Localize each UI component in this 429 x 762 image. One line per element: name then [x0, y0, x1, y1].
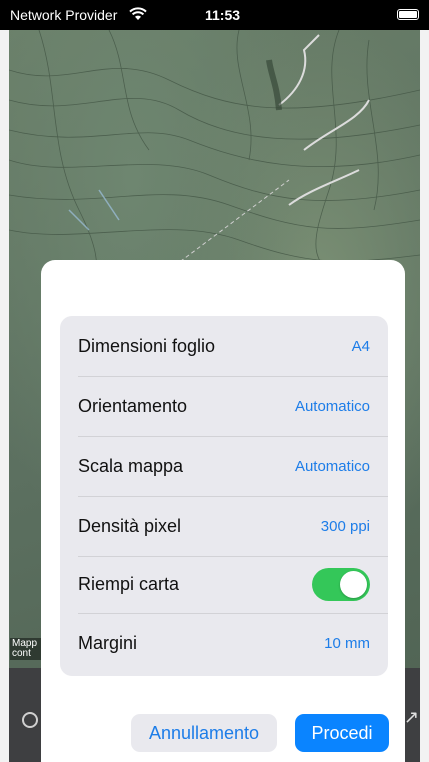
toggle-knob — [340, 571, 367, 598]
attribution-line: cont — [12, 649, 31, 659]
attribution-line: Mapp — [12, 639, 38, 649]
map-scale-value[interactable]: Automatico — [295, 458, 370, 475]
map-attribution[interactable]: Mapp cont — [10, 638, 44, 660]
row-label: Dimensioni foglio — [78, 335, 216, 356]
print-settings-sheet: Dimensioni foglio A4 Orientamento Automa… — [41, 260, 405, 762]
wifi-icon — [129, 7, 147, 20]
sheet-size-value[interactable]: A4 — [352, 338, 370, 355]
row-map-scale[interactable]: Scala mappa Automatico — [60, 436, 388, 496]
row-label: Riempi carta — [78, 574, 180, 594]
orientation-value[interactable]: Automatico — [295, 398, 370, 415]
row-sheet-size[interactable]: Dimensioni foglio A4 — [60, 316, 388, 376]
status-bar: Network Provider 11:53 — [0, 0, 429, 30]
clock: 11:53 — [205, 7, 241, 23]
expand-icon[interactable]: ↗ — [404, 707, 419, 728]
pixel-density-value[interactable]: 300 ppi — [321, 518, 370, 535]
left-edge — [0, 0, 9, 762]
right-edge — [420, 0, 429, 762]
row-label: Densità pixel — [78, 515, 182, 536]
row-label: Orientamento — [78, 395, 188, 416]
row-margins[interactable]: Margini 10 mm — [60, 613, 388, 673]
row-orientation[interactable]: Orientamento Automatico — [60, 376, 388, 436]
row-pixel-density[interactable]: Densità pixel 300 ppi — [60, 496, 388, 556]
battery-icon — [397, 9, 419, 20]
row-label: Scala mappa — [78, 455, 184, 476]
fill-paper-toggle[interactable] — [312, 568, 370, 601]
proceed-button[interactable]: Procedi — [295, 714, 389, 752]
row-fill-paper: Riempi carta — [60, 556, 388, 613]
location-icon[interactable] — [22, 712, 38, 728]
row-label: Margini — [78, 632, 138, 653]
margins-value[interactable]: 10 mm — [324, 635, 370, 652]
carrier-label: Network Provider — [10, 7, 118, 23]
settings-list: Dimensioni foglio A4 Orientamento Automa… — [60, 316, 388, 676]
cancel-button[interactable]: Annullamento — [131, 714, 277, 752]
